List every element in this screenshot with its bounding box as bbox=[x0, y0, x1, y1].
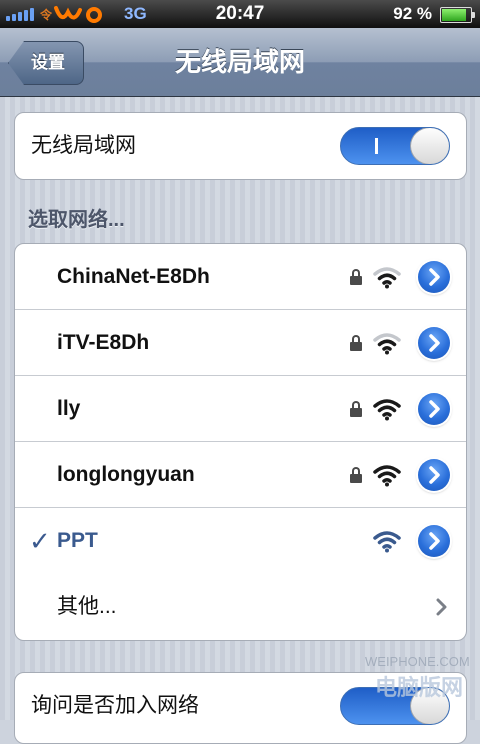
battery-icon bbox=[440, 7, 475, 23]
watermark: WEIPHONE.COM 电脑版网 bbox=[285, 650, 480, 700]
lock-icon bbox=[350, 401, 362, 417]
network-name: PPT bbox=[57, 529, 98, 552]
wifi-signal-icon bbox=[373, 267, 401, 289]
network-row[interactable]: ✓ PPT bbox=[15, 508, 466, 574]
navigation-bar: 设置 无线局域网 bbox=[0, 28, 480, 97]
chevron-right-icon bbox=[429, 268, 440, 286]
network-list: ChinaNet-E8Dh iTV-E8Dh lly longlongyuan ✓ PPT… bbox=[14, 243, 467, 641]
wifi-signal-icon bbox=[373, 531, 401, 553]
network-row[interactable]: ChinaNet-E8Dh bbox=[15, 244, 466, 310]
toggle-on-mark bbox=[375, 138, 378, 154]
choose-network-header: 选取网络... bbox=[28, 209, 125, 231]
wifi-toggle-group: 无线局域网 bbox=[14, 112, 467, 180]
wifi-toggle-cell: 无线局域网 bbox=[15, 113, 466, 179]
status-bar: 令 3G 20:47 92 % bbox=[0, 0, 480, 28]
watermark-text-2: 电脑版网 bbox=[375, 675, 464, 700]
network-row[interactable]: iTV-E8Dh bbox=[15, 310, 466, 376]
other-network-label: 其他... bbox=[57, 595, 117, 618]
network-name: iTV-E8Dh bbox=[57, 331, 150, 354]
checkmark-icon: ✓ bbox=[29, 526, 51, 556]
detail-disclosure-button[interactable] bbox=[418, 525, 450, 557]
wifi-signal-icon bbox=[373, 465, 401, 487]
watermark-text-1: WEIPHONE.COM bbox=[365, 654, 470, 669]
network-name: lly bbox=[57, 397, 81, 420]
network-name: longlongyuan bbox=[57, 463, 195, 486]
lock-icon bbox=[350, 269, 362, 285]
detail-disclosure-button[interactable] bbox=[418, 459, 450, 491]
lock-icon bbox=[350, 335, 362, 351]
wifi-toggle-label: 无线局域网 bbox=[31, 134, 136, 157]
ask-join-label: 询问是否加入网络 bbox=[31, 694, 199, 717]
network-row[interactable]: lly bbox=[15, 376, 466, 442]
detail-disclosure-button[interactable] bbox=[418, 327, 450, 359]
chevron-right-icon bbox=[429, 400, 440, 418]
lock-icon bbox=[350, 467, 362, 483]
chevron-right-icon bbox=[429, 532, 440, 550]
toggle-knob[interactable] bbox=[410, 128, 449, 164]
network-row[interactable]: longlongyuan bbox=[15, 442, 466, 508]
chevron-right-icon bbox=[436, 598, 447, 616]
network-name: ChinaNet-E8Dh bbox=[57, 265, 210, 288]
detail-disclosure-button[interactable] bbox=[418, 393, 450, 425]
other-network-row[interactable]: 其他... bbox=[15, 574, 466, 640]
battery-percent: 92 % bbox=[393, 4, 432, 23]
chevron-right-icon bbox=[429, 334, 440, 352]
wifi-signal-icon bbox=[373, 399, 401, 421]
detail-disclosure-button[interactable] bbox=[418, 261, 450, 293]
chevron-right-icon bbox=[429, 466, 440, 484]
wifi-toggle-switch[interactable] bbox=[340, 127, 450, 165]
wifi-signal-icon bbox=[373, 333, 401, 355]
page-title: 无线局域网 bbox=[174, 47, 305, 77]
